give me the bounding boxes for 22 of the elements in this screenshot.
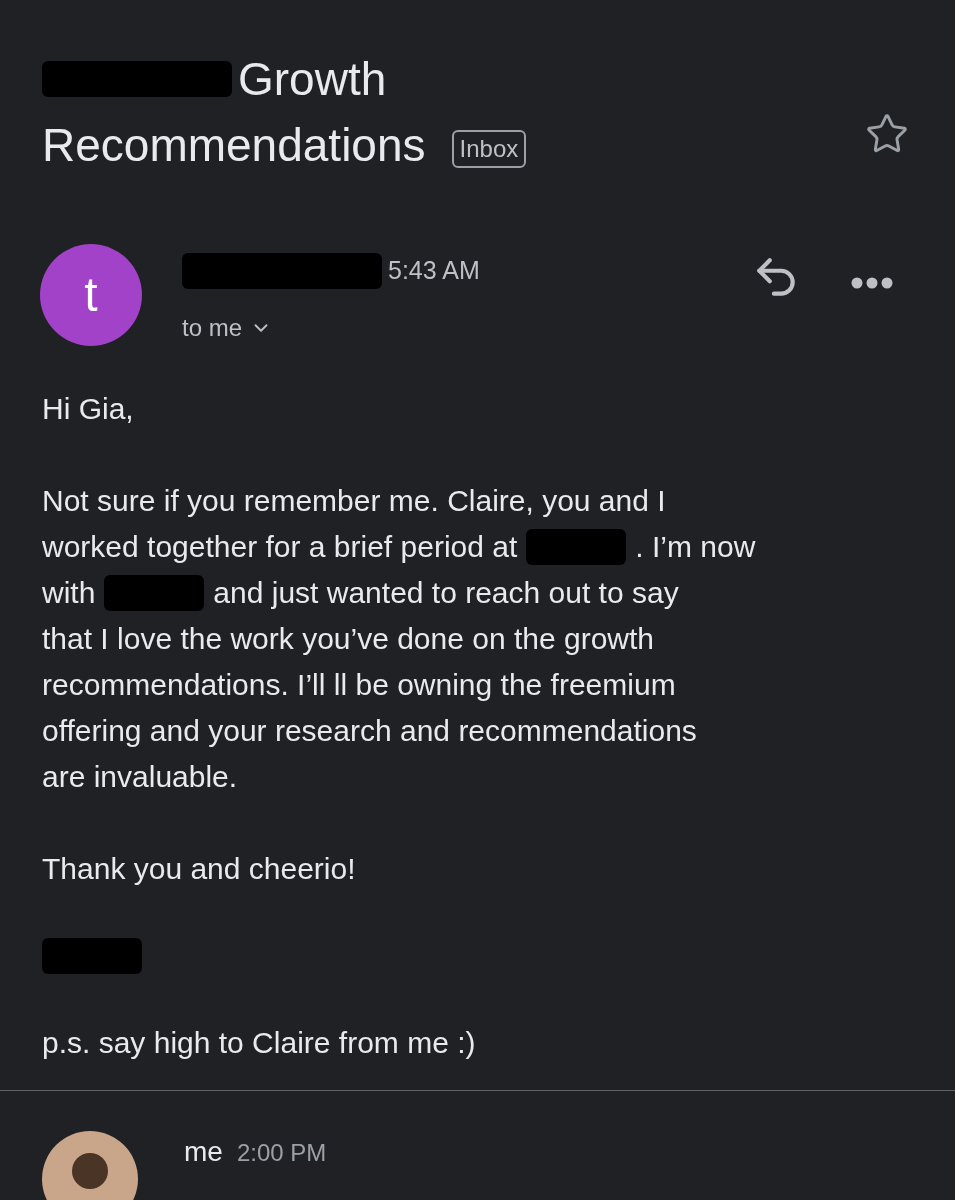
recipient-toggle[interactable]: to me xyxy=(182,309,273,346)
sender-avatar[interactable]: t xyxy=(40,244,142,346)
body-text: p.s. say high to Claire from me :) xyxy=(42,1025,476,1061)
body-text: Not sure if you remember me. Claire, you and I xyxy=(42,483,666,519)
label-badge[interactable]: Inbox xyxy=(451,130,527,168)
body-text: with xyxy=(42,575,96,611)
subject-text: Recommendations xyxy=(42,118,426,173)
message-time: 5:43 AM xyxy=(388,255,480,286)
body-text: Hi Gia, xyxy=(42,391,134,427)
reply-time: 2:00 PM xyxy=(236,1138,327,1168)
more-icon[interactable] xyxy=(851,277,893,289)
body-text: recommendations. I’ll ll be owning the freemium xyxy=(42,667,676,703)
body-text: Thank you and cheerio! xyxy=(42,851,356,887)
user-avatar[interactable] xyxy=(42,1131,138,1200)
body-text: that I love the work you’ve done on the growth xyxy=(42,621,655,657)
body-text: and just wanted to reach out to say xyxy=(213,575,679,611)
reply-sender: me xyxy=(184,1135,223,1169)
body-text: are invaluable. xyxy=(42,759,238,795)
body-text: worked together for a brief period at xyxy=(42,529,518,565)
subject-text: Growth xyxy=(238,52,387,107)
body-text: offering and your research and recommendations xyxy=(42,713,697,749)
body-text: . I’m now xyxy=(635,529,756,565)
